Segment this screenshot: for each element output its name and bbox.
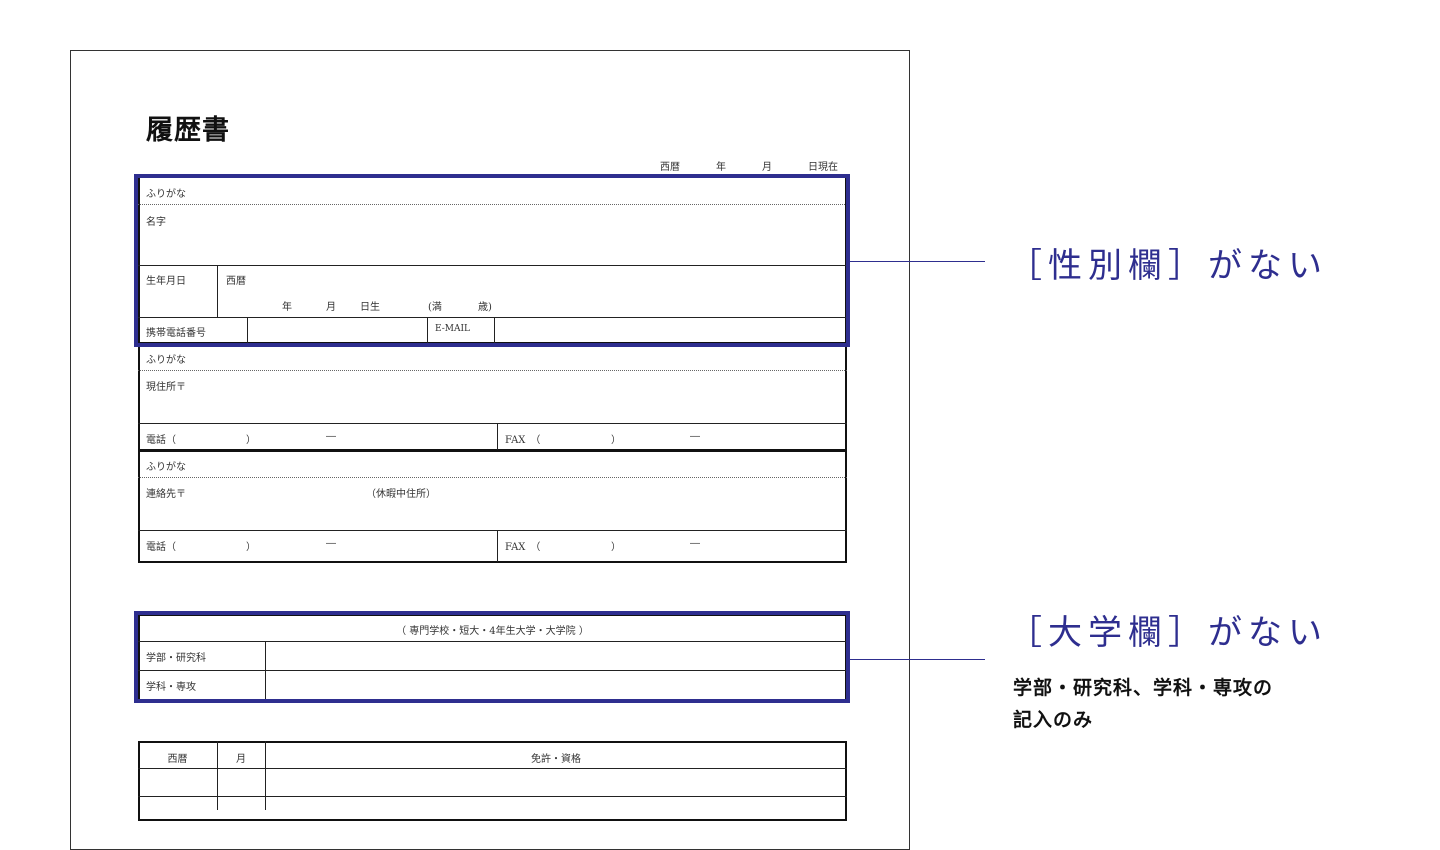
date-era: 西暦: [660, 162, 680, 173]
address-section: [138, 344, 847, 451]
license-col-year: 西暦: [167, 754, 188, 765]
contact-section: [138, 450, 847, 563]
gender-callout: ［性別欄］がない: [1008, 246, 1328, 286]
contact-phone-label: 電話（: [146, 542, 176, 553]
contact-phone-dash: ―: [326, 538, 336, 549]
license-col-title: 免許・資格: [531, 754, 581, 765]
date-day: 日現在: [808, 162, 838, 173]
contact-fax-label: FAX （: [505, 542, 541, 553]
current-address-label: 現住所〒: [146, 382, 186, 393]
university-note-line2: 記入のみ: [1013, 709, 1094, 731]
contact-address-label: 連絡先〒: [146, 489, 186, 500]
address-phone-dash: ―: [326, 431, 336, 442]
contact-fax-close: ）: [611, 542, 621, 553]
license-col-month: 月: [236, 754, 246, 765]
address-furigana-label: ふりがな: [146, 355, 186, 366]
gender-field-highlight: [134, 174, 850, 347]
date-year: 年: [716, 162, 726, 173]
contact-phone-close: ）: [246, 542, 256, 553]
address-fax-close: ）: [611, 435, 621, 446]
address-phone-label: 電話（: [146, 435, 176, 446]
gender-callout-leader: [850, 261, 985, 262]
address-phone-close: ）: [246, 435, 256, 446]
address-fax-dash: ―: [690, 431, 700, 442]
university-note: 学部・研究科、学科・専攻の 記入のみ: [1013, 672, 1273, 736]
contact-furigana-label: ふりがな: [146, 462, 186, 473]
university-field-highlight: [134, 611, 850, 703]
university-callout-leader: [850, 659, 985, 660]
vacation-address-label: （休暇中住所）: [366, 489, 436, 500]
contact-fax-dash: ―: [690, 538, 700, 549]
address-fax-label: FAX （: [505, 435, 541, 446]
date-month: 月: [762, 162, 772, 173]
university-callout: ［大学欄］がない: [1008, 613, 1328, 653]
form-title: 履歴書: [146, 115, 230, 146]
university-note-line1: 学部・研究科、学科・専攻の: [1013, 677, 1274, 699]
